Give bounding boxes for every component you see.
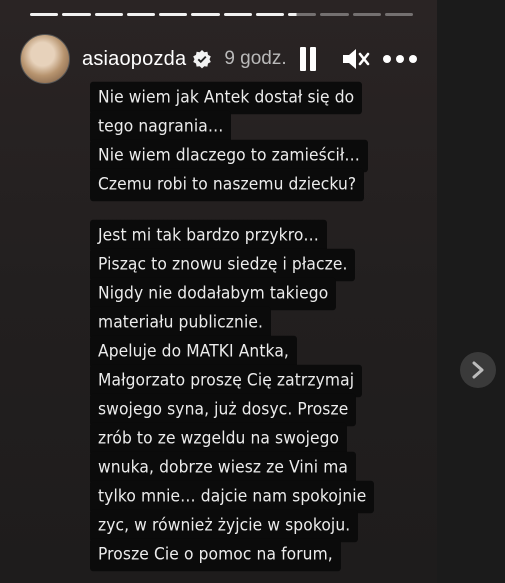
- story-frame[interactable]: asiaopozda 9 godz. Nie wiem jak Antek do…: [0, 0, 437, 583]
- story-text-line: Prosze Cie o pomoc na forum,: [90, 538, 341, 572]
- progress-segment: [30, 13, 59, 16]
- story-viewer: asiaopozda 9 godz. Nie wiem jak Antek do…: [0, 0, 505, 583]
- pause-icon[interactable]: [297, 47, 319, 71]
- progress-segment: [62, 13, 91, 16]
- story-timestamp: 9 godz.: [224, 48, 287, 69]
- progress-segment: [191, 13, 220, 16]
- story-text-line: Nigdy nie dodałabym takiego: [90, 277, 337, 311]
- story-progress-bar: [30, 13, 413, 17]
- story-text-line: Nie wiem jak Antek dostał się do: [90, 81, 363, 115]
- next-story-button[interactable]: [460, 352, 496, 388]
- story-text-line: wnuka, dobrze wiesz ze Vini ma: [90, 451, 356, 485]
- story-text-line: Pisząc to znowu siedzę i płacze.: [90, 248, 356, 282]
- story-text-line: zyc, w również żyjcie w spokoju.: [90, 509, 359, 543]
- progress-segment: [159, 13, 188, 16]
- progress-segment: [223, 13, 252, 16]
- more-options-icon[interactable]: [383, 54, 419, 64]
- story-text-overlay: Nie wiem jak Antek dostał się do tego nag…: [90, 81, 375, 572]
- progress-segment: [288, 13, 317, 16]
- avatar[interactable]: [20, 34, 70, 84]
- story-text-line: Apeluje do MATKI Antka,: [90, 335, 297, 369]
- story-text-line: zrób to ze wzgeldu na swojego: [90, 422, 348, 456]
- progress-segment: [352, 13, 381, 16]
- chevron-right-icon: [472, 361, 484, 379]
- story-text-line: materiału publicznie.: [90, 306, 272, 340]
- username[interactable]: asiaopozda: [82, 48, 186, 71]
- verified-badge-icon: [193, 50, 212, 69]
- story-text-line: Jest mi tak bardzo przykro…: [90, 219, 328, 253]
- story-text-line: tego nagrania…: [90, 110, 232, 144]
- story-text-line: Nie wiem dlaczego to zamieścił…: [90, 139, 368, 173]
- story-text-line: swojego syna, już dosyc. Prosze: [90, 393, 357, 427]
- progress-segment: [126, 13, 155, 16]
- progress-segment: [94, 13, 123, 16]
- story-header: asiaopozda 9 godz.: [20, 34, 425, 84]
- story-text-line: tylko mnie… dajcie nam spokojnie: [90, 480, 375, 514]
- speaker-muted-icon[interactable]: [341, 46, 371, 72]
- story-text-line: Małgorzato proszę Cię zatrzymaj: [90, 364, 363, 398]
- progress-segment: [384, 13, 413, 16]
- progress-segment: [255, 13, 284, 16]
- story-text-line: Czemu robi to naszemu dziecku?: [90, 168, 365, 202]
- progress-segment: [320, 13, 349, 16]
